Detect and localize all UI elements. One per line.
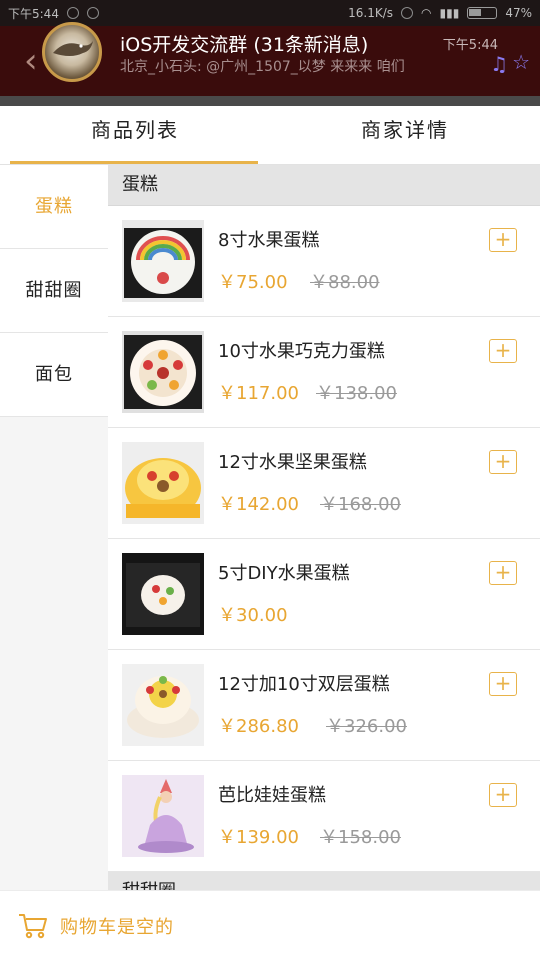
category-sidebar: 蛋糕 甜甜圈 面包 <box>0 165 108 890</box>
favorite-icon[interactable]: ☆ <box>512 50 530 74</box>
product-name: 5寸DIY水果蛋糕 <box>218 563 350 584</box>
status-time: 下午5:44 <box>8 6 59 21</box>
notification-title: iOS开发交流群 (31条新消息) <box>120 34 369 56</box>
product-name: 12寸水果坚果蛋糕 <box>218 452 367 473</box>
notification-message: 北京_小石头: @广州_1507_以梦 来来来 咱们 <box>120 59 405 75</box>
product-old-price: ￥168.00 <box>320 494 401 515</box>
cart-bar[interactable]: 购物车是空的 <box>0 890 540 961</box>
signal-icon: ▮▮▮ <box>439 6 460 20</box>
product-price: ￥75.00 <box>218 272 288 293</box>
product-name: 芭比娃娃蛋糕 <box>218 785 326 806</box>
fish-logo-icon <box>53 41 93 56</box>
wifi-icon: ◠ <box>421 6 432 20</box>
product-image <box>122 775 204 857</box>
list-item[interactable]: 8寸水果蛋糕 ￥75.00 ￥88.00 + <box>108 206 540 317</box>
product-price: ￥30.00 <box>218 605 288 626</box>
alarm-icon <box>401 7 414 19</box>
product-price: ￥139.00 <box>218 827 299 848</box>
product-list[interactable]: 蛋糕 8寸水果蛋糕 ￥75.00 ￥88.00 + 10寸水果巧克力蛋糕 ￥11… <box>108 165 540 890</box>
notification-time: 下午5:44 <box>442 38 498 53</box>
back-icon[interactable]: ‹ <box>24 44 38 78</box>
add-to-cart-button[interactable]: + <box>489 783 517 807</box>
status-bar: 下午5:44 16.1K/s ◠ ▮▮▮ 47% <box>0 0 540 26</box>
sync-icon <box>86 7 99 19</box>
add-to-cart-button[interactable]: + <box>489 450 517 474</box>
tab-merchant-details[interactable]: 商家详情 <box>270 106 540 164</box>
share-icon[interactable]: ♫ <box>490 52 508 76</box>
list-item[interactable]: 5寸DIY水果蛋糕 ￥30.00 + <box>108 539 540 650</box>
product-name: 10寸水果巧克力蛋糕 <box>218 341 385 362</box>
product-price: ￥117.00 <box>218 383 299 404</box>
tab-bar: 商品列表 商家详情 <box>0 106 540 165</box>
product-image <box>122 664 204 746</box>
add-to-cart-button[interactable]: + <box>489 561 517 585</box>
list-item[interactable]: 12寸加10寸双层蛋糕 ￥286.80 ￥326.00 + <box>108 650 540 761</box>
list-item[interactable]: 12寸水果坚果蛋糕 ￥142.00 ￥168.00 + <box>108 428 540 539</box>
category-bread[interactable]: 面包 <box>0 333 108 417</box>
add-to-cart-button[interactable]: + <box>489 672 517 696</box>
section-header-donut: 甜甜圈 <box>108 872 540 890</box>
add-to-cart-button[interactable]: + <box>489 339 517 363</box>
toolbar-divider <box>0 96 540 106</box>
product-old-price: ￥88.00 <box>310 272 380 293</box>
product-image <box>122 331 204 413</box>
app-notification-icon <box>66 7 79 19</box>
list-item[interactable]: 芭比娃娃蛋糕 ￥139.00 ￥158.00 + <box>108 761 540 872</box>
section-header-cake: 蛋糕 <box>108 165 540 206</box>
product-old-price: ￥158.00 <box>320 827 401 848</box>
notification-banner[interactable]: ‹ iOS开发交流群 (31条新消息) 下午5:44 北京_小石头: @广州_1… <box>0 22 540 96</box>
avatar <box>42 22 102 82</box>
product-name: 8寸水果蛋糕 <box>218 230 320 251</box>
category-cake[interactable]: 蛋糕 <box>0 165 108 249</box>
product-image <box>122 442 204 524</box>
battery-icon <box>467 7 498 19</box>
product-price: ￥286.80 <box>218 716 299 737</box>
product-old-price: ￥138.00 <box>316 383 397 404</box>
battery-level: 47% <box>505 6 532 20</box>
product-image <box>122 220 204 302</box>
cart-empty-label: 购物车是空的 <box>60 917 174 938</box>
tab-product-list[interactable]: 商品列表 <box>0 106 270 164</box>
shopping-cart-icon[interactable] <box>18 912 48 940</box>
network-speed: 16.1K/s <box>348 6 394 20</box>
product-image <box>122 553 204 635</box>
product-old-price: ￥326.00 <box>326 716 407 737</box>
product-price: ￥142.00 <box>218 494 299 515</box>
product-name: 12寸加10寸双层蛋糕 <box>218 674 390 695</box>
list-item[interactable]: 10寸水果巧克力蛋糕 ￥117.00 ￥138.00 + <box>108 317 540 428</box>
add-to-cart-button[interactable]: + <box>489 228 517 252</box>
category-donut[interactable]: 甜甜圈 <box>0 249 108 333</box>
